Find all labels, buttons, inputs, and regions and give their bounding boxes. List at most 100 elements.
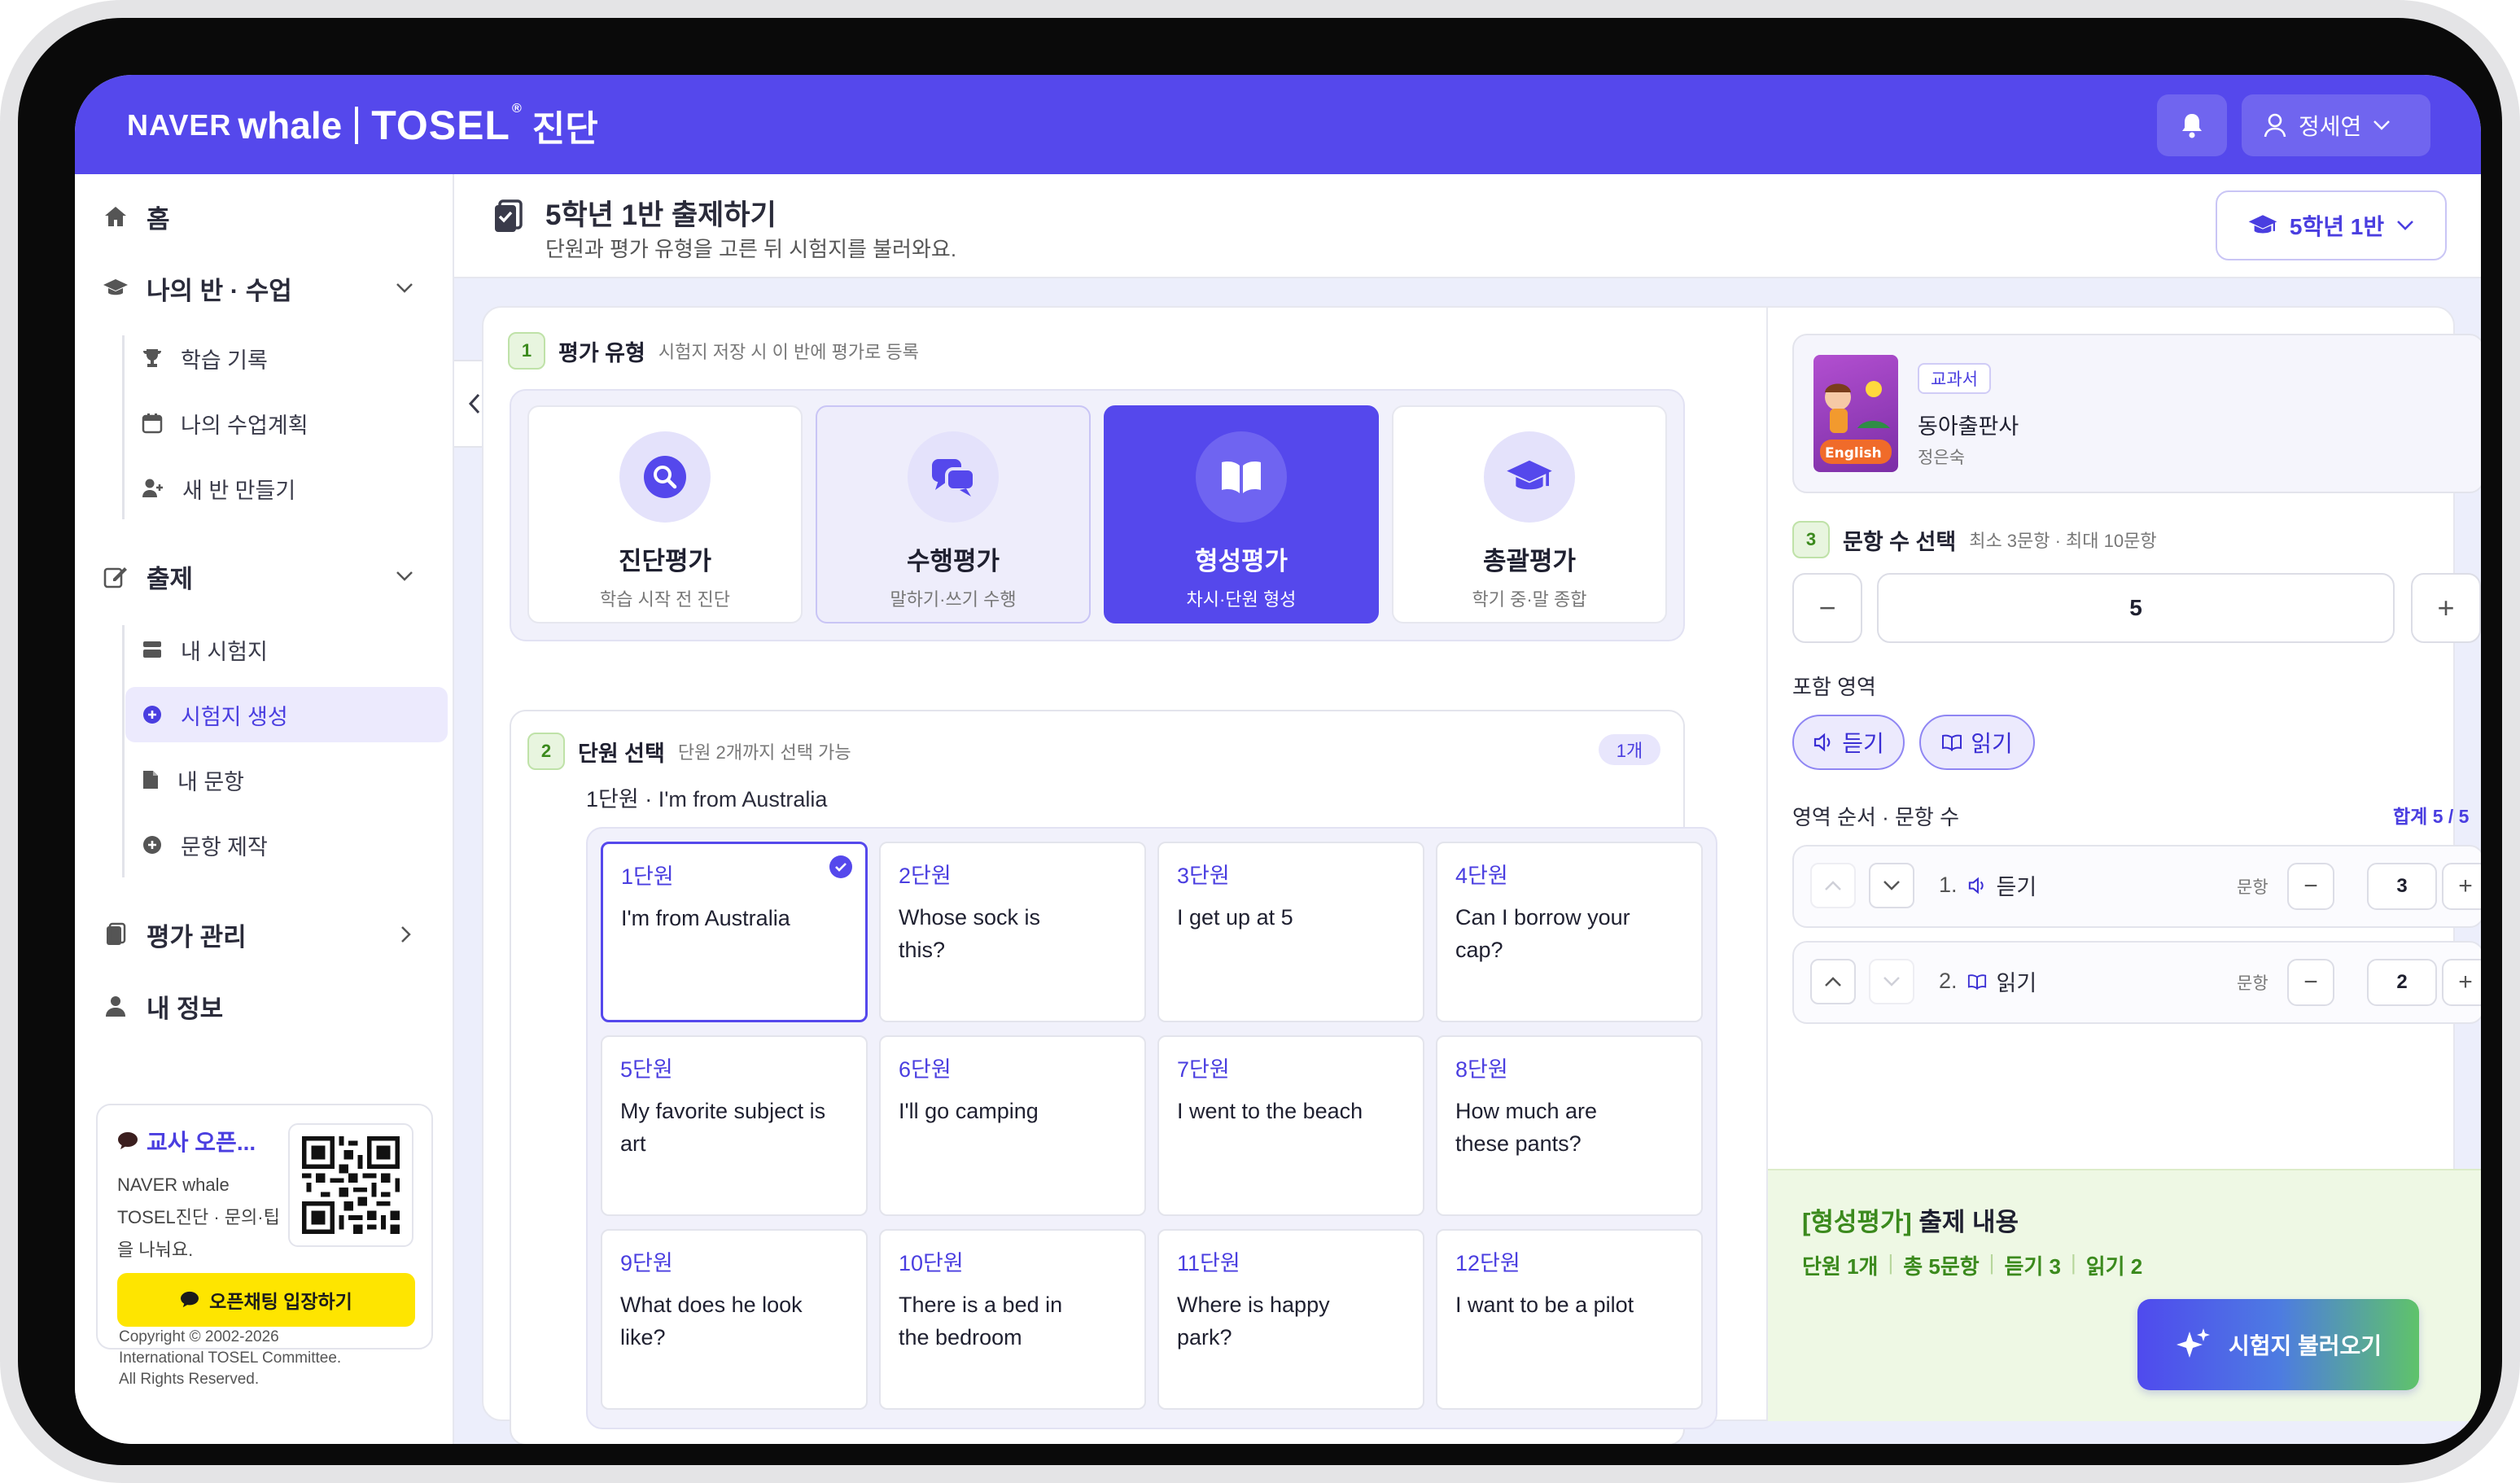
graduation-cap-icon xyxy=(1507,460,1552,490)
order-row-name: 2. 읽기 xyxy=(1939,965,2037,997)
load-exam-button[interactable]: 시험지 불러오기 xyxy=(2137,1299,2419,1390)
chevron-down-icon xyxy=(1883,977,1900,986)
logo-reg: ® xyxy=(511,102,523,116)
openchat-join-button[interactable]: 오픈채팅 입장하기 xyxy=(117,1273,415,1327)
sidebar-item-assessment[interactable]: 평가 관리 xyxy=(103,910,411,959)
selected-count-badge: 1개 xyxy=(1599,734,1660,765)
sidebar-item-my-questions[interactable]: 내 문항 xyxy=(125,752,448,807)
class-select-dropdown[interactable]: 5학년 1반 xyxy=(2216,190,2447,260)
top-header: NAVER whale TOSEL ® 진단 정세연 xyxy=(75,75,2481,174)
sidebar-item-my-exams[interactable]: 내 시험지 xyxy=(125,622,448,677)
exam-type-summative[interactable]: 총괄평가 학기 중·말 종합 xyxy=(1392,405,1667,623)
unit-card[interactable]: 11단원 Where is happy park? xyxy=(1157,1229,1424,1410)
logo-tosel: TOSEL ® xyxy=(371,102,523,149)
sidebar-item-learning-record[interactable]: 학습 기록 xyxy=(125,330,448,386)
unit-number: 11단원 xyxy=(1177,1251,1240,1275)
section-title: 단원 선택 xyxy=(578,741,665,766)
order-row-label: 듣기 xyxy=(1996,875,2037,899)
unit-card[interactable]: 1단원 I'm from Australia xyxy=(601,842,868,1022)
summary-separator: | xyxy=(1888,1250,1894,1275)
unit-title: What does he look like? xyxy=(620,1293,803,1350)
summary-item: 듣기 3 xyxy=(2004,1254,2061,1279)
sidebar-sublabel: 시험지 생성 xyxy=(181,704,288,729)
user-menu-button[interactable]: 정세연 xyxy=(2242,94,2430,156)
notification-button[interactable] xyxy=(2157,94,2227,156)
unit-card[interactable]: 6단원 I'll go camping xyxy=(879,1035,1146,1216)
move-down-button[interactable] xyxy=(1869,959,1914,1004)
summary-item: 읽기 2 xyxy=(2085,1254,2143,1279)
question-count-field[interactable]: 5 xyxy=(1877,573,2395,643)
sidebar-item-my-info[interactable]: 내 정보 xyxy=(103,982,223,1030)
move-down-button[interactable] xyxy=(1869,863,1914,908)
page-title: 5학년 1반 출제하기 xyxy=(545,199,777,231)
row-count-field[interactable]: 2 xyxy=(2367,959,2437,1006)
sidebar-item-exam-making[interactable]: 출제 xyxy=(103,552,413,601)
textbook-author: 정은숙 xyxy=(1918,448,1965,467)
chevron-left-icon xyxy=(468,393,480,414)
submenu-line xyxy=(122,625,125,877)
sidebar-sublabel: 나의 수업계획 xyxy=(181,413,308,438)
row-decrease-button[interactable]: − xyxy=(2287,959,2334,1006)
user-icon xyxy=(106,996,125,1017)
row-decrease-button[interactable]: − xyxy=(2287,863,2334,910)
user-icon xyxy=(2264,113,2286,138)
logo-naver: NAVER xyxy=(127,108,232,142)
load-exam-label: 시험지 불러오기 xyxy=(2228,1333,2382,1358)
sidebar-item-question-make[interactable]: 문항 제작 xyxy=(125,817,448,873)
sidebar-item-new-class[interactable]: 새 반 만들기 xyxy=(125,461,448,516)
unit-card[interactable]: 9단원 What does he look like? xyxy=(601,1229,868,1410)
row-increase-button[interactable]: + xyxy=(2442,863,2481,910)
unit-card[interactable]: 8단원 How much are these pants? xyxy=(1436,1035,1703,1216)
unit-card[interactable]: 2단원 Whose sock is this? xyxy=(879,842,1146,1022)
exam-type-formative[interactable]: 형성평가 차시·단원 형성 xyxy=(1104,405,1379,623)
row-count-field[interactable]: 3 xyxy=(2367,863,2437,910)
qr-code xyxy=(288,1123,413,1247)
sidebar-item-exam-create[interactable]: 시험지 생성 xyxy=(125,687,448,742)
exam-type-name: 진단평가 xyxy=(618,547,712,575)
area-chip-reading[interactable]: 읽기 xyxy=(1919,715,2035,770)
exam-type-desc: 학기 중·말 종합 xyxy=(1472,589,1587,610)
sidebar-item-my-class[interactable]: 나의 반 · 수업 xyxy=(103,264,413,313)
sidebar-item-lesson-plan[interactable]: 나의 수업계획 xyxy=(125,396,448,451)
teacher-openchat-card: 교사 오픈... NAVER whale TOSEL진단 · 문의·팁을 나눠요… xyxy=(96,1104,433,1350)
section-title: 문항 수 선택 xyxy=(1843,529,1957,554)
logo-divider xyxy=(355,107,359,144)
copyright: Copyright © 2002-2026 International TOSE… xyxy=(119,1327,341,1390)
unit-title: My favorite subject is art xyxy=(620,1099,826,1156)
summary-exam-type: [형성평가] xyxy=(1802,1208,1912,1236)
open-book-icon xyxy=(1967,973,1986,990)
area-chip-listening[interactable]: 듣기 xyxy=(1792,715,1905,770)
clipboard-icon xyxy=(495,199,523,232)
step-badge: 3 xyxy=(1792,521,1830,558)
user-name: 정세연 xyxy=(2299,114,2362,139)
unit-number: 12단원 xyxy=(1455,1251,1520,1275)
textbook-cover-text: English xyxy=(1825,445,1882,462)
textbook-publisher: 동아출판사 xyxy=(1918,414,2019,439)
unit-card[interactable]: 12단원 I want to be a pilot xyxy=(1436,1229,1703,1410)
device-bezel: NAVER whale TOSEL ® 진단 정세연 홈 나의 반 · 수업 학… xyxy=(18,18,2502,1465)
logo-whale: whale xyxy=(238,104,343,147)
question-count-increase-button[interactable]: + xyxy=(2411,573,2481,643)
sidebar-sublabel: 새 반 만들기 xyxy=(182,478,296,503)
app-logo[interactable]: NAVER whale TOSEL ® 진단 xyxy=(127,99,598,151)
promo-title[interactable]: 교사 오픈... xyxy=(147,1125,256,1157)
unit-number: 5단원 xyxy=(620,1057,673,1082)
minus-icon: − xyxy=(1818,591,1836,624)
exam-type-performance[interactable]: 수행평가 말하기·쓰기 수행 xyxy=(816,405,1091,623)
chat-bubble-icon xyxy=(118,1132,138,1149)
move-up-button[interactable] xyxy=(1810,959,1856,1004)
unit-card[interactable]: 4단원 Can I borrow your cap? xyxy=(1436,842,1703,1022)
unit-card[interactable]: 7단원 I went to the beach xyxy=(1157,1035,1424,1216)
unit-title: I'm from Australia xyxy=(621,906,790,930)
exam-type-name: 총괄평가 xyxy=(1482,547,1577,575)
exam-type-diagnostic[interactable]: 진단평가 학습 시작 전 진단 xyxy=(527,405,803,623)
bell-icon xyxy=(2182,114,2202,138)
unit-card[interactable]: 10단원 There is a bed in the bedroom xyxy=(879,1229,1146,1410)
question-count-decrease-button[interactable]: − xyxy=(1792,573,1862,643)
row-increase-button[interactable]: + xyxy=(2442,959,2481,1006)
unit-card[interactable]: 5단원 My favorite subject is art xyxy=(601,1035,868,1216)
unit-card[interactable]: 3단원 I get up at 5 xyxy=(1157,842,1424,1022)
unit-number: 3단원 xyxy=(1177,864,1230,888)
move-up-button[interactable] xyxy=(1810,863,1856,908)
sidebar-item-home[interactable]: 홈 xyxy=(103,192,170,241)
